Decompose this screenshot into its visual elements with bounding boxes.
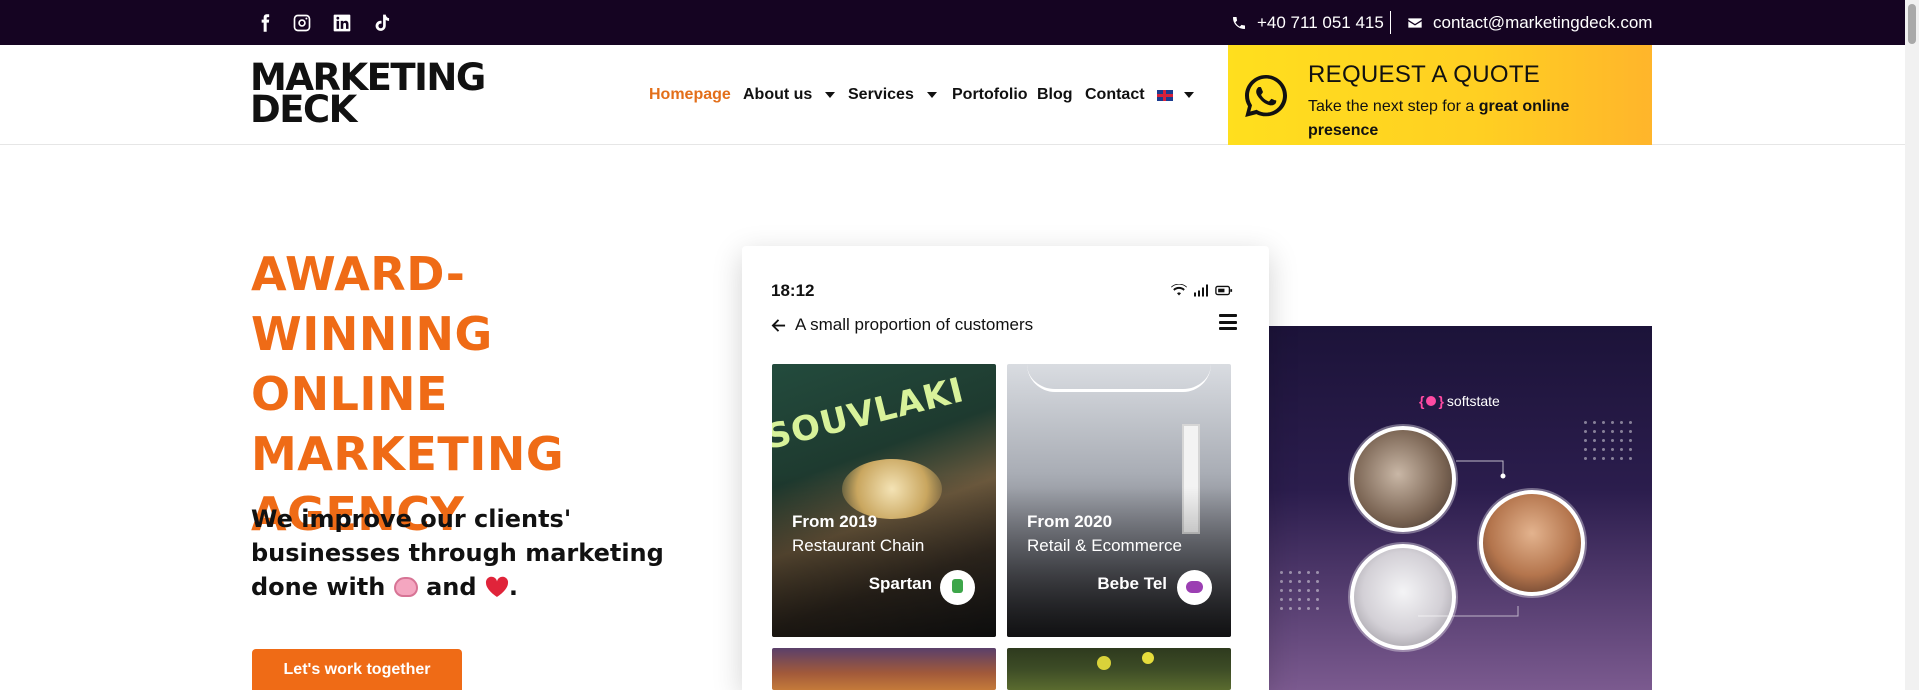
food-image (842, 459, 942, 519)
language-selector[interactable] (1157, 84, 1194, 106)
signal-icon (1194, 284, 1208, 297)
uk-flag-icon (1157, 89, 1173, 101)
card-client-name: Spartan (868, 574, 932, 593)
nav-item-portofolio[interactable]: Portofolio (952, 84, 1028, 106)
client-card-spartan[interactable]: SOUVLAKI From 2019 Restaurant Chain Spar… (772, 364, 996, 637)
nav-label: Services (848, 86, 914, 103)
arrow-left-icon (771, 318, 786, 332)
hero-title: AWARD-WINNING ONLINE MARKETING AGENCY (251, 244, 691, 544)
nav-label: Contact (1085, 86, 1145, 103)
phone-number: +40 711 051 415 (1257, 12, 1384, 32)
nav-item-about-us[interactable]: About us (743, 84, 836, 106)
phone-icon (1233, 16, 1245, 29)
brain-icon (393, 577, 418, 597)
client-card-bebe-tel[interactable]: From 2020 Retail & Ecommerce Bebe Tel (1007, 364, 1231, 637)
chevron-down-icon (825, 92, 836, 98)
chevron-down-icon (926, 92, 937, 98)
dot-pattern (1584, 421, 1632, 460)
instagram-icon[interactable] (292, 0, 312, 45)
hero-title-line: MARKETING (251, 427, 565, 481)
chevron-down-icon (1184, 92, 1194, 98)
scrollbar-thumb[interactable] (1908, 4, 1916, 44)
lets-work-together-button[interactable]: Let's work together (252, 649, 462, 690)
linkedin-icon[interactable] (332, 0, 352, 45)
client-card-partial[interactable] (772, 648, 996, 690)
hamburger-menu-icon[interactable] (1219, 314, 1237, 330)
status-time: 18:12 (771, 281, 815, 300)
marketing-deck-logo[interactable]: MARKETING DECK (250, 59, 510, 130)
card-year: From 2020 (1027, 512, 1113, 531)
card-sector: Retail & Ecommerce (1027, 536, 1182, 555)
phone-link[interactable]: +40 711 051 415 (1231, 0, 1384, 45)
phone-mockup: 18:12 A small proportion of customers SO… (742, 246, 1269, 690)
client-logo-badge (940, 570, 975, 605)
dot-pattern (1280, 571, 1319, 610)
nav-item-homepage[interactable]: Homepage (649, 84, 731, 106)
hero-title-line: AWARD-WINNING (251, 247, 493, 361)
nav-label: Homepage (649, 86, 731, 103)
card-year: From 2019 (792, 512, 878, 531)
client-card-partial[interactable] (1007, 648, 1231, 690)
battery-icon (1215, 285, 1233, 296)
email-link[interactable]: contact@marketingdeck.com (1407, 0, 1652, 45)
page-scrollbar[interactable] (1905, 0, 1919, 690)
nav-item-blog[interactable]: Blog (1037, 84, 1073, 106)
nav-label: About us (743, 86, 813, 103)
request-quote-button[interactable]: REQUEST A QUOTE Take the next step for a… (1228, 45, 1652, 145)
card-sector: Restaurant Chain (792, 536, 925, 555)
whatsapp-icon (1245, 75, 1287, 117)
quote-subtitle: Take the next step for a great online pr… (1308, 98, 1570, 139)
wifi-icon (1171, 284, 1187, 296)
nav-label: Blog (1037, 86, 1073, 103)
softstate-showcase-panel: { } softstate (1268, 326, 1652, 690)
connector-lines (1418, 460, 1519, 617)
status-icons (1171, 284, 1233, 297)
client-logo-badge (1177, 570, 1212, 605)
back-label: A small proportion of customers (795, 315, 1034, 334)
quote-title: REQUEST A QUOTE (1308, 61, 1541, 88)
hero-title-line: ONLINE (251, 367, 448, 421)
card-client-name: Bebe Tel (1097, 574, 1167, 593)
heart-icon (485, 576, 508, 597)
nav-item-contact[interactable]: Contact (1085, 84, 1145, 106)
email-address: contact@marketingdeck.com (1433, 12, 1653, 32)
tiktok-icon[interactable] (372, 0, 392, 45)
nav-item-services[interactable]: Services (848, 84, 937, 106)
contact-divider (1390, 11, 1391, 34)
envelope-icon (1408, 17, 1422, 28)
facebook-icon[interactable] (255, 0, 275, 45)
nav-label: Portofolio (952, 86, 1028, 103)
hero-subtitle: We improve our clients' businesses throu… (251, 505, 664, 601)
back-navigation[interactable]: A small proportion of customers (771, 315, 1033, 335)
